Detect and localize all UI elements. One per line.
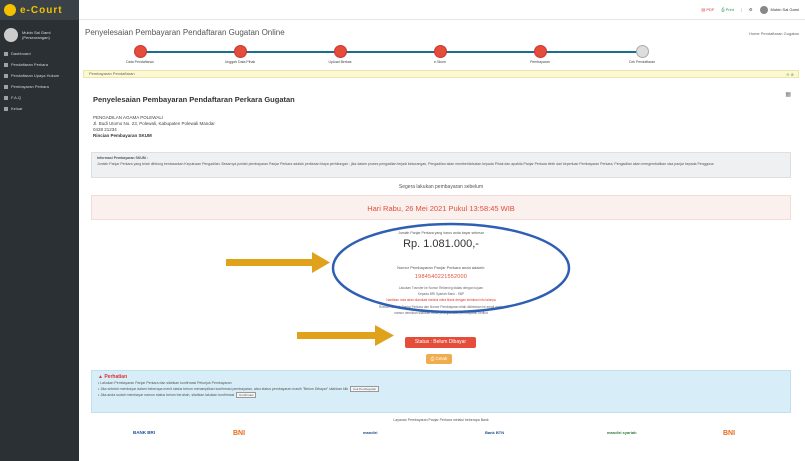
sidebar-item-faq[interactable]: F.A.Q bbox=[0, 92, 79, 103]
sidebar-item-label: Pendaftaran Upaya Hukum bbox=[11, 73, 60, 78]
sidebar-item-upaya-hukum[interactable]: Pendaftaran Upaya Hukum bbox=[0, 70, 79, 81]
print-button[interactable]: ⎙ Print bbox=[721, 7, 734, 12]
print-button[interactable]: ⎙ Cetak bbox=[426, 354, 452, 364]
step-dot bbox=[635, 45, 649, 58]
info-title: Informasi Pembayaran SKUM : bbox=[97, 156, 148, 160]
bank-logo-bni-syariah: BNI bbox=[723, 430, 736, 437]
logo-text: e-Court bbox=[20, 4, 63, 16]
question-icon bbox=[4, 96, 8, 100]
print-label: Cetak bbox=[435, 356, 448, 361]
bank-logo-btn: Bank BTN bbox=[485, 430, 505, 435]
step-dot bbox=[333, 45, 347, 58]
court-address: PENGADILAN AGAMA POLEWALI Jl. Budi Utomo… bbox=[93, 115, 215, 139]
section-header: Pembayaran Pendaftaran ⊖ ⊗ bbox=[83, 70, 799, 78]
grid-icon[interactable]: ▦ bbox=[785, 91, 791, 98]
info-box: Informasi Pembayaran SKUM : Jumlah Panja… bbox=[91, 152, 791, 178]
card-heading: Penyelesaian Pembayaran Pendaftaran Perk… bbox=[93, 95, 295, 104]
file-icon bbox=[4, 63, 8, 67]
step-upload-berkas[interactable]: Upload Berkas bbox=[300, 45, 380, 64]
step-data-pendaftaran[interactable]: Data Pendaftaran bbox=[100, 45, 180, 64]
app-logo[interactable]: e-Court bbox=[0, 0, 79, 20]
attention-text: Lakukan Pembayaran Panjar Perkara dan si… bbox=[100, 381, 232, 385]
deadline-label: Segera lakukan pembayaran sebelum bbox=[398, 184, 484, 190]
step-pembayaran[interactable]: Pembayaran bbox=[500, 45, 580, 64]
avatar bbox=[759, 5, 768, 14]
step-e-skum[interactable]: e-Skum bbox=[400, 45, 480, 64]
bank-target: Kepada BRI Syariah Bank - SBP bbox=[417, 292, 465, 296]
sidebar-item-pembayaran[interactable]: Pembayaran Perkara bbox=[0, 81, 79, 92]
bank-logo-mandiri-syariah: mandiri syariah bbox=[607, 430, 637, 435]
top-bar: ▤ PDF ⎙ Print | ⚙ Mubin Sal Gami bbox=[79, 0, 805, 20]
bank-logo-bni: BNI bbox=[233, 430, 246, 437]
sidebar-item-dashboard[interactable]: Dashboard bbox=[0, 48, 79, 59]
transfer-instruction: Lakukan Transfer ke Nomor Rekening diata… bbox=[398, 286, 484, 290]
print-label: Print bbox=[725, 7, 734, 12]
attention-item: • Jika anda sudah membayar namun status … bbox=[98, 392, 784, 398]
payment-number: 1984540221552000 bbox=[414, 274, 468, 280]
email-note: Rincian Jumlah Panjar Perkara dan Nomor … bbox=[378, 305, 504, 309]
print-note: namun demikian silahkan cetak petunjuk a… bbox=[394, 311, 488, 315]
money-icon bbox=[4, 85, 8, 89]
pdf-label: PDF bbox=[706, 7, 715, 12]
payment-number-label: Nomor Pembayaran Panjar Perkara anda ada… bbox=[397, 265, 485, 270]
sidebar: e-Court Mubin Sal Gami (Perseorangan) Da… bbox=[0, 0, 79, 461]
step-dot bbox=[233, 45, 247, 58]
step-label: Upload Berkas bbox=[328, 60, 352, 64]
sidebar-item-label: Dashboard bbox=[11, 51, 31, 56]
confirm-button[interactable]: Konfirmasi bbox=[236, 392, 257, 398]
print-icon: ⎙ bbox=[721, 7, 725, 12]
bank-note: Nantikan nota akan dianulasi melalui mit… bbox=[386, 298, 496, 302]
sidebar-item-label: Pendaftaran Perkara bbox=[11, 62, 48, 67]
sidebar-item-label: F.A.Q bbox=[11, 95, 22, 100]
logout-icon bbox=[4, 107, 8, 111]
breadcrumb[interactable]: Home Pendaftaran Gugatan bbox=[749, 31, 799, 36]
bank-logo-mandiri: mandiri bbox=[363, 430, 378, 435]
user-profile[interactable]: Mubin Sal Gami (Perseorangan) bbox=[0, 20, 79, 48]
page-title: Penyelesaian Pembayaran Pendaftaran Guga… bbox=[85, 28, 285, 37]
step-cek-pendaftaran[interactable]: Cek Pendaftaran bbox=[602, 45, 682, 64]
collapse-icon[interactable]: ⊖ ⊗ bbox=[786, 72, 794, 78]
rincian-title: Rincian Pembayaran SKUM bbox=[93, 133, 152, 138]
user-role: (Perseorangan) bbox=[22, 35, 50, 40]
bank-logo-bri: BANK BRI bbox=[133, 430, 155, 435]
deadline-box: Hari Rabu, 26 Mei 2021 Pukul 13:58:45 WI… bbox=[91, 195, 791, 220]
user-menu[interactable]: Mubin Sal Gami bbox=[759, 5, 799, 14]
pdf-button[interactable]: ▤ PDF bbox=[701, 7, 714, 12]
sidebar-item-label: Pembayaran Perkara bbox=[11, 84, 49, 89]
attention-box: ▲ Perhatian • Lakukan Pembayaran Panjar … bbox=[91, 370, 791, 413]
step-label: e-Skum bbox=[433, 60, 447, 64]
status-badge: Status : Belum Dibayar bbox=[405, 337, 476, 348]
avatar bbox=[4, 28, 18, 42]
sidebar-item-pendaftaran[interactable]: Pendaftaran Perkara bbox=[0, 59, 79, 70]
payment-card: Penyelesaian Pembayaran Pendaftaran Perk… bbox=[85, 85, 797, 457]
step-dot bbox=[433, 45, 447, 58]
step-label: Pembayaran bbox=[530, 60, 550, 64]
logo-icon bbox=[4, 4, 16, 16]
gavel-icon bbox=[4, 74, 8, 78]
user-menu-name: Mubin Sal Gami bbox=[770, 7, 799, 12]
stepper: Data Pendaftaran Unggah Data Pihak Uploa… bbox=[100, 45, 710, 67]
amount-value: Rp. 1.081.000,- bbox=[403, 238, 479, 250]
sidebar-item-keluar[interactable]: Keluar bbox=[0, 103, 79, 114]
attention-text: Jika anda sudah membayar namun status be… bbox=[100, 393, 235, 397]
step-dot bbox=[533, 45, 547, 58]
step-unggah-data-pihak[interactable]: Unggah Data Pihak bbox=[200, 45, 280, 64]
amount-label: Jumlah Panjar Perkara yang harus anda ba… bbox=[398, 231, 484, 235]
settings-icon[interactable]: ⚙ bbox=[749, 7, 753, 12]
step-dot bbox=[133, 45, 147, 58]
check-payment-button[interactable]: Cek Pembayaran bbox=[350, 386, 380, 392]
info-text: Jumlah Panjar Perkara yang telah dihitun… bbox=[97, 161, 715, 166]
step-label: Data Pendaftaran bbox=[126, 60, 154, 64]
banks-title: Layanan Pembayaran Panjar Perkara melalu… bbox=[393, 418, 489, 422]
dashboard-icon bbox=[4, 52, 8, 56]
sidebar-item-label: Keluar bbox=[11, 106, 23, 111]
attention-text: Jika setelah membayar dalam beberapa men… bbox=[100, 387, 349, 391]
section-header-label: Pembayaran Pendaftaran bbox=[89, 71, 135, 76]
step-label: Cek Pendaftaran bbox=[628, 60, 656, 64]
deadline-text: Hari Rabu, 26 Mei 2021 Pukul 13:58:45 WI… bbox=[367, 204, 515, 213]
top-separator: | bbox=[740, 7, 742, 12]
print-icon: ⎙ bbox=[430, 356, 435, 361]
pdf-icon: ▤ bbox=[701, 7, 706, 12]
step-label: Unggah Data Pihak bbox=[224, 60, 256, 64]
